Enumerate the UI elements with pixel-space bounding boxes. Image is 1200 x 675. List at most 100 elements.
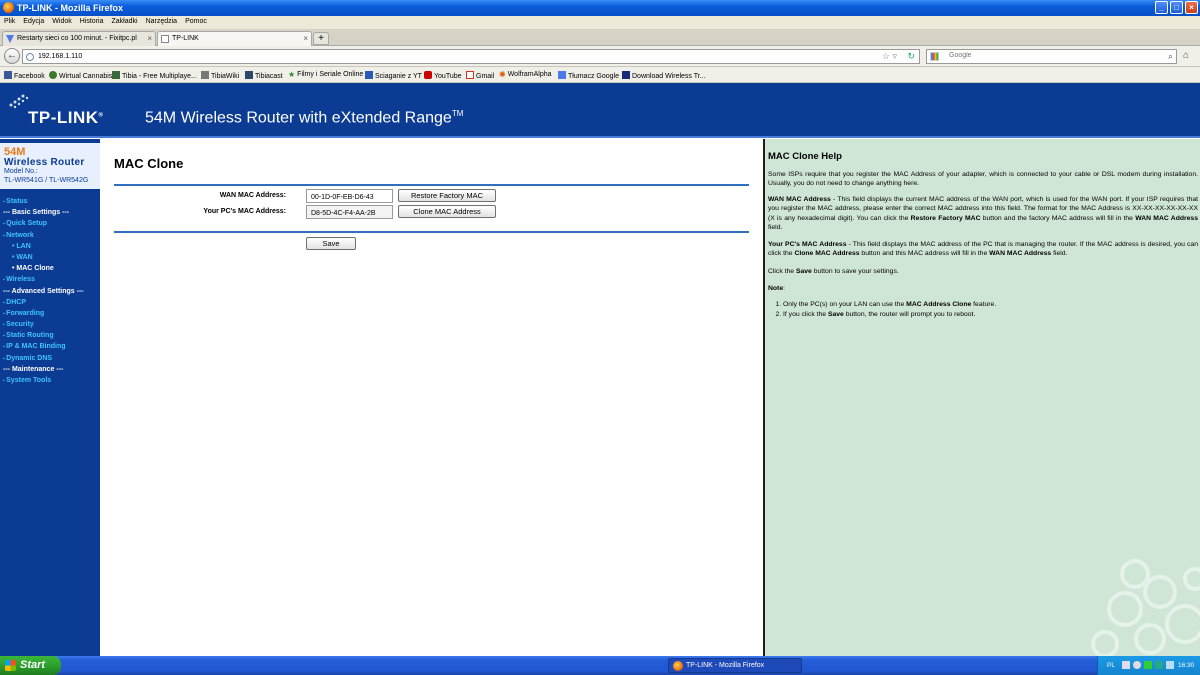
- menu-item-status[interactable]: Status: [0, 196, 100, 207]
- start-label: Start: [20, 659, 46, 671]
- decorative-bubbles-icon: [1091, 559, 1200, 656]
- bookmark-wolframalpha[interactable]: ✺ WolframAlpha: [499, 71, 552, 79]
- system-tray: PL 16:30: [1097, 656, 1200, 675]
- search-bar[interactable]: ⌕: [926, 49, 1177, 64]
- bookmark-download-wireless[interactable]: Download Wireless Tr...: [622, 71, 706, 80]
- bookmark-label: YouTube: [434, 73, 462, 80]
- network-status-icon[interactable]: [1155, 661, 1163, 669]
- menu-item-ip-mac-binding[interactable]: IP & MAC Binding: [0, 341, 100, 352]
- reload-icon[interactable]: ↻: [907, 51, 915, 62]
- help-text: If you click the: [783, 310, 828, 318]
- home-icon[interactable]: ⌂: [1183, 50, 1189, 61]
- bookmark-filmy[interactable]: ★ Filmy i Seriale Online: [288, 71, 363, 79]
- menu-view[interactable]: Widok: [48, 16, 75, 25]
- maximize-button[interactable]: □: [1170, 1, 1183, 14]
- clock: 16:30: [1178, 662, 1195, 669]
- gmail-icon: [466, 71, 474, 79]
- menu-item-security[interactable]: Security: [0, 319, 100, 330]
- menu-bookmarks[interactable]: Zakładki: [107, 16, 141, 25]
- bookmark-tibiacast[interactable]: Tibiacast: [245, 71, 283, 80]
- menu-bar: Plik Edycja Widok Historia Zakładki Narzędzia…: [0, 16, 1200, 29]
- save-button[interactable]: Save: [306, 237, 356, 250]
- bookmark-label: Download Wireless Tr...: [632, 73, 706, 80]
- help-note-item: Only the PC(s) on your LAN can use the M…: [783, 300, 996, 310]
- network-signal-icon[interactable]: [1144, 661, 1152, 669]
- taskbar-firefox-task[interactable]: TP-LINK - Mozilla Firefox: [668, 658, 802, 673]
- help-term: Save: [827, 310, 844, 318]
- bookmark-tibia[interactable]: Tibia - Free Multiplaye...: [112, 71, 197, 80]
- bookmark-wirtual-cannabis[interactable]: Wirtual Cannabis: [49, 71, 112, 80]
- google-icon[interactable]: [930, 52, 939, 61]
- bookmark-star-icon[interactable]: ☆ ▿: [882, 51, 897, 62]
- menu-section-basic-settings: --- Basic Settings ---: [3, 209, 70, 217]
- menu-item-wan[interactable]: WAN: [0, 252, 100, 263]
- menu-item-wireless[interactable]: Wireless: [0, 274, 100, 285]
- menu-item-mac-clone[interactable]: MAC Clone: [0, 263, 100, 274]
- slogan-trademark: TM: [451, 109, 464, 118]
- help-text: feature.: [971, 301, 997, 308]
- menu-item-static-routing[interactable]: Static Routing: [0, 330, 100, 341]
- help-text: button, the router will prompt you to re…: [843, 310, 976, 318]
- leaf-icon: [49, 71, 57, 79]
- language-indicator[interactable]: PL: [1107, 662, 1115, 669]
- router-menu: Status --- Basic Settings ---Quick SetupN…: [0, 196, 100, 386]
- youtube-icon: [424, 71, 432, 79]
- bookmark-tibiawiki[interactable]: TibiaWiki: [201, 71, 239, 80]
- task-label: TP-LINK - Mozilla Firefox: [686, 662, 765, 669]
- tab-fixitpc[interactable]: Restarty sieci co 100 minut. - Fixitpc.p…: [2, 31, 156, 46]
- keyboard-icon[interactable]: [1122, 661, 1130, 669]
- menu-edit[interactable]: Edycja: [19, 16, 48, 25]
- bookmark-label: Gmail: [476, 73, 495, 80]
- bookmark-facebook[interactable]: Facebook: [4, 71, 45, 80]
- windows-taskbar: Start TP-LINK - Mozilla Firefox PL 16:30: [0, 656, 1200, 675]
- windows-logo-icon: [5, 660, 16, 671]
- menu-item-dynamic-dns[interactable]: Dynamic DNS: [0, 353, 100, 364]
- help-intro: Some ISPs require that you register the …: [768, 171, 1198, 188]
- close-tab-icon[interactable]: ×: [147, 34, 152, 43]
- start-button[interactable]: Start: [0, 656, 61, 675]
- clone-mac-address-button[interactable]: Clone MAC Address: [398, 205, 496, 218]
- menu-item-forwarding[interactable]: Forwarding: [0, 308, 100, 319]
- model-type: Wireless Router: [4, 157, 85, 168]
- close-tab-icon[interactable]: ×: [303, 34, 308, 43]
- menu-item-system-tools[interactable]: System Tools: [0, 375, 100, 386]
- main-pane: MAC Clone WAN MAC Address: Restore Facto…: [100, 139, 763, 656]
- bookmark-google-translate[interactable]: Tłumacz Google: [558, 71, 619, 80]
- close-window-button[interactable]: ×: [1185, 1, 1198, 14]
- wan-mac-input[interactable]: [306, 189, 393, 203]
- bookmark-label: WolframAlpha: [507, 71, 552, 78]
- minimize-button[interactable]: _: [1155, 1, 1168, 14]
- menu-help[interactable]: Pomoc: [181, 16, 211, 25]
- menu-item-network[interactable]: Network: [0, 230, 100, 241]
- menu-item-lan[interactable]: LAN: [0, 241, 100, 252]
- back-button[interactable]: ←: [4, 48, 20, 64]
- tab-strip: Restarty sieci co 100 minut. - Fixitpc.p…: [0, 29, 1200, 46]
- navigation-bar: ← 192.168.1.110 ☆ ▿ ↻ ⌕ ⌂: [0, 46, 1200, 67]
- new-tab-button[interactable]: +: [313, 32, 329, 45]
- url-bar[interactable]: 192.168.1.110 ☆ ▿ ↻: [22, 49, 920, 64]
- bookmark-gmail[interactable]: Gmail: [466, 71, 494, 80]
- bookmark-sciaganie[interactable]: Sciaganie z YT: [365, 71, 422, 80]
- title-divider: [114, 184, 749, 186]
- help-note-item: If you click the Save button, the router…: [783, 310, 996, 320]
- tray-app-icon[interactable]: [1166, 661, 1174, 669]
- menu-history[interactable]: Historia: [76, 16, 108, 25]
- menu-tools[interactable]: Narzędzia: [142, 16, 182, 25]
- form-divider: [114, 231, 749, 233]
- help-text: button to save your settings.: [811, 268, 899, 275]
- search-icon[interactable]: ⌕: [1168, 51, 1173, 62]
- tab-tp-link[interactable]: TP-LINK ×: [157, 31, 312, 46]
- menu-item-dhcp[interactable]: DHCP: [0, 297, 100, 308]
- logo-text: TP-LINK: [28, 108, 99, 127]
- bookmark-label: Tłumacz Google: [568, 73, 619, 80]
- search-input[interactable]: [949, 52, 1149, 59]
- help-text: field.: [768, 223, 783, 231]
- restore-factory-mac-button[interactable]: Restore Factory MAC: [398, 189, 496, 202]
- volume-icon[interactable]: [1133, 661, 1141, 669]
- bookmark-label: TibiaWiki: [211, 73, 240, 80]
- fixitpc-favicon-icon: [6, 35, 14, 43]
- bookmark-youtube[interactable]: YouTube: [424, 71, 462, 80]
- url-text[interactable]: 192.168.1.110: [38, 53, 82, 60]
- menu-item-quick-setup[interactable]: Quick Setup: [0, 218, 100, 229]
- menu-file[interactable]: Plik: [0, 16, 19, 25]
